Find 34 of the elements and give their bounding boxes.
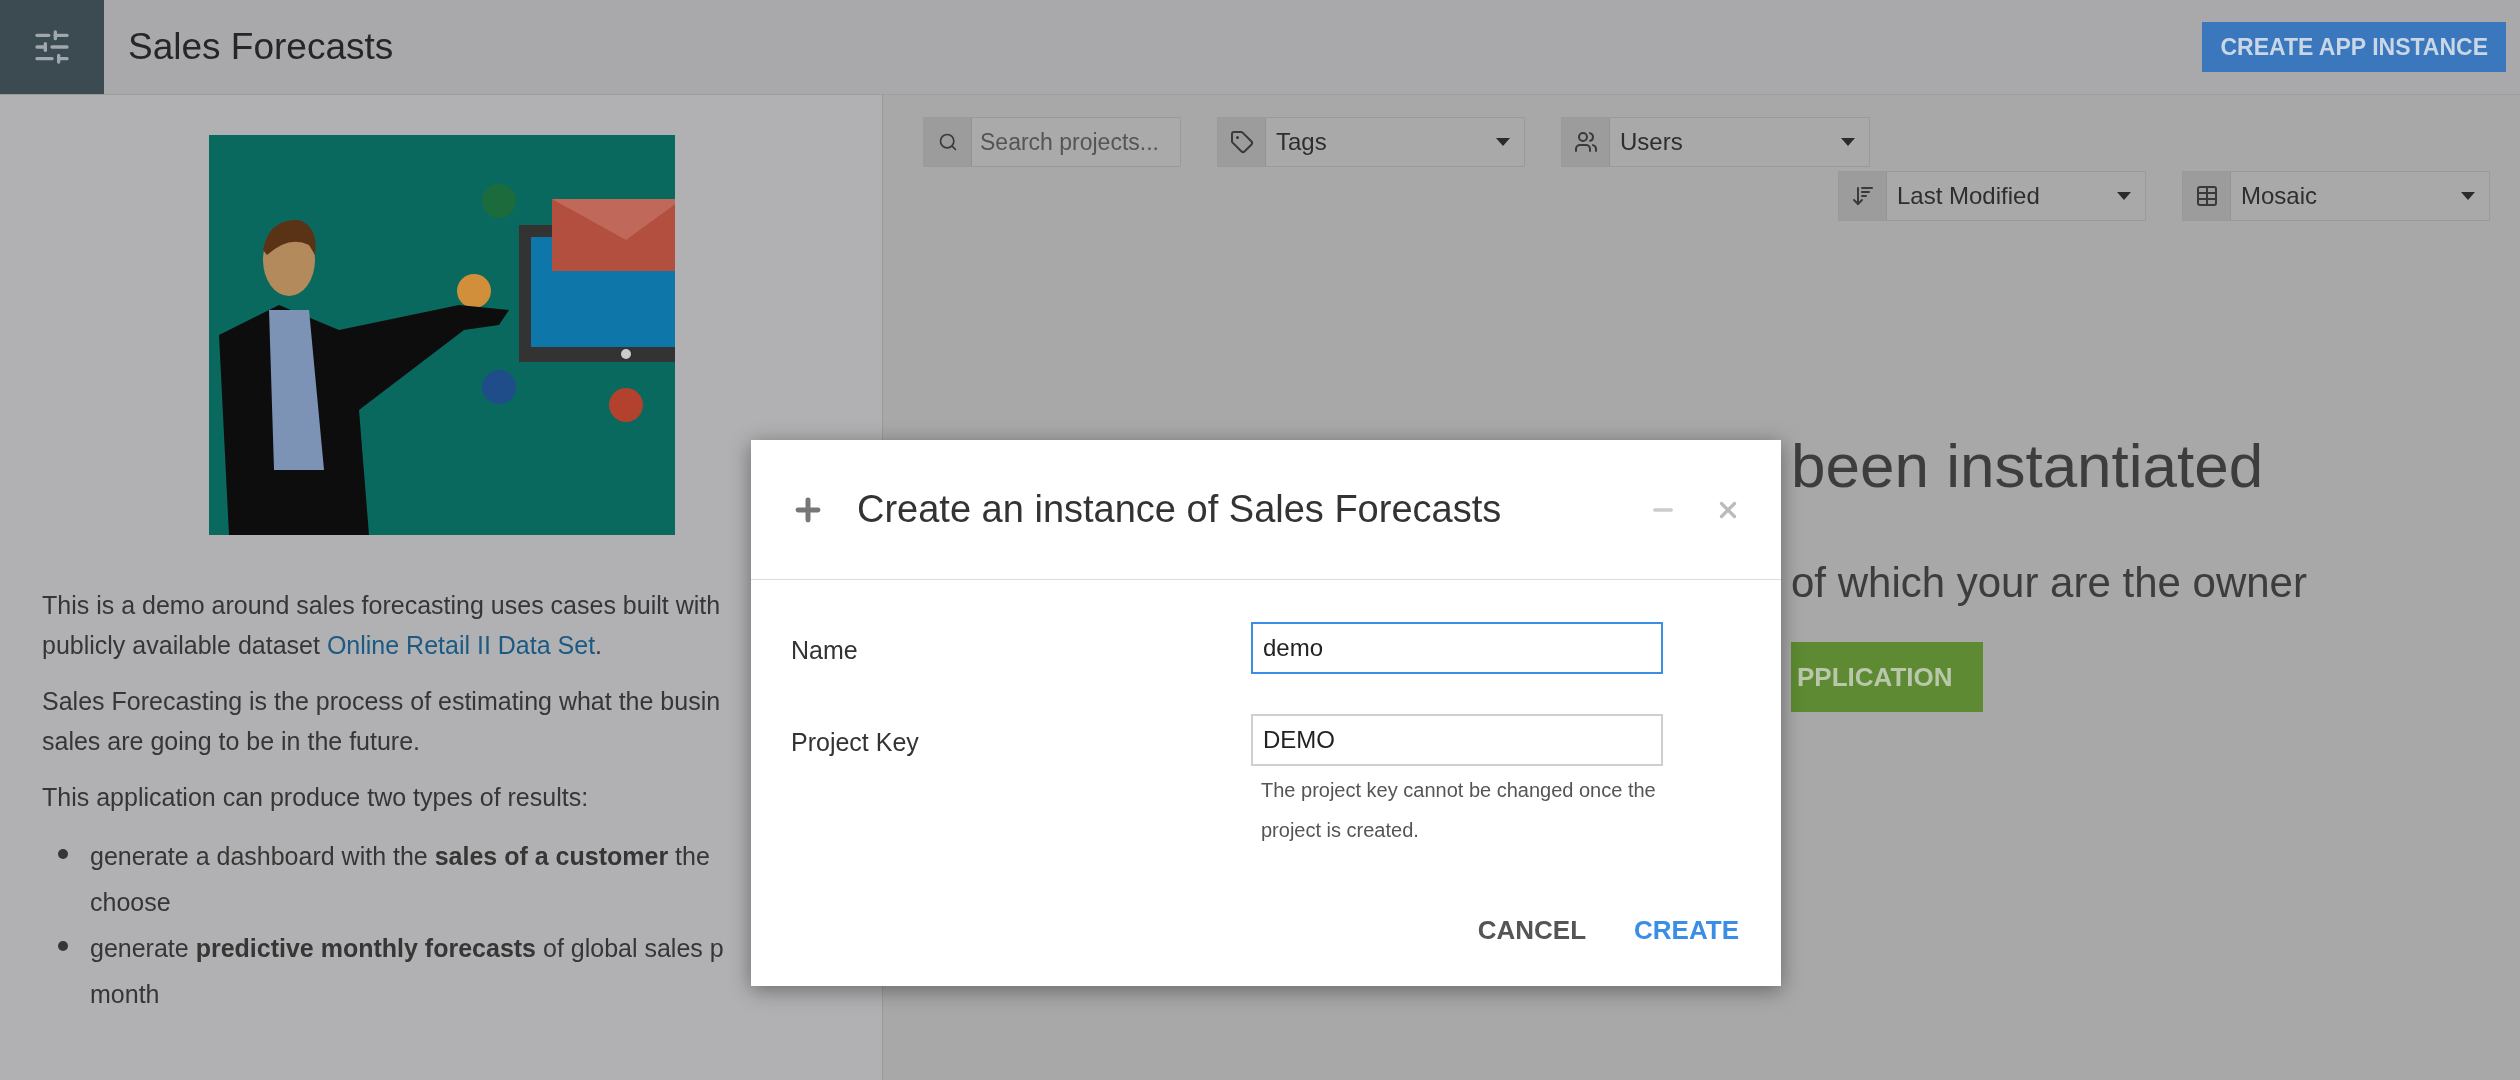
search-icon xyxy=(937,132,958,152)
app-logo[interactable] xyxy=(0,0,104,94)
dataset-link[interactable]: Online Retail II Data Set xyxy=(326,631,596,659)
tag-icon xyxy=(1229,130,1254,154)
bullet-icon xyxy=(58,941,68,951)
caret-icon xyxy=(1496,138,1510,146)
caret-icon xyxy=(1841,138,1855,146)
tags-dropdown[interactable]: Tags xyxy=(1217,117,1525,167)
bullet-icon xyxy=(58,849,68,859)
app-title: Sales Forecasts xyxy=(128,25,394,70)
dialog-title: Create an instance of Sales Forecasts xyxy=(857,487,1502,532)
caret-icon xyxy=(2117,192,2131,200)
empty-state-title: been instantiated xyxy=(1791,431,2264,501)
description-paragraph: Sales Forecasting is the process of estimating what the busin sales are going to be in the future. xyxy=(42,686,721,757)
sort-dropdown[interactable]: Last Modified xyxy=(1838,171,2146,221)
users-icon xyxy=(1573,130,1598,154)
empty-state-subtitle: of which your are the owner xyxy=(1791,558,2307,608)
create-button[interactable]: CREATE xyxy=(1634,911,1739,950)
field-label: Name xyxy=(791,635,859,666)
help-text: The project key cannot be changed once the project is created. xyxy=(1261,778,1657,843)
sort-icon xyxy=(1850,184,1875,208)
description-paragraph: This is a demo around sales forecasting uses cases built with publicly available dataset Online Retail II Data Set. xyxy=(42,590,721,661)
users-dropdown[interactable]: Users xyxy=(1561,117,1870,167)
bullet-item: generate predictive monthly forecasts of global sales p month xyxy=(90,933,724,1010)
caret-icon xyxy=(2461,192,2475,200)
cancel-button[interactable]: CANCEL xyxy=(1477,911,1587,950)
create-app-instance-button[interactable]: CREATE APP INSTANCE xyxy=(2202,22,2506,72)
table-icon xyxy=(2194,184,2219,208)
text-field[interactable]: DEMO xyxy=(1251,714,1663,766)
sliders-icon xyxy=(32,27,72,67)
text-field[interactable]: demo xyxy=(1251,622,1663,674)
view-dropdown[interactable]: Mosaic xyxy=(2182,171,2490,221)
description-paragraph: This application can produce two types of results: xyxy=(42,782,589,813)
field-label: Project Key xyxy=(791,727,920,758)
